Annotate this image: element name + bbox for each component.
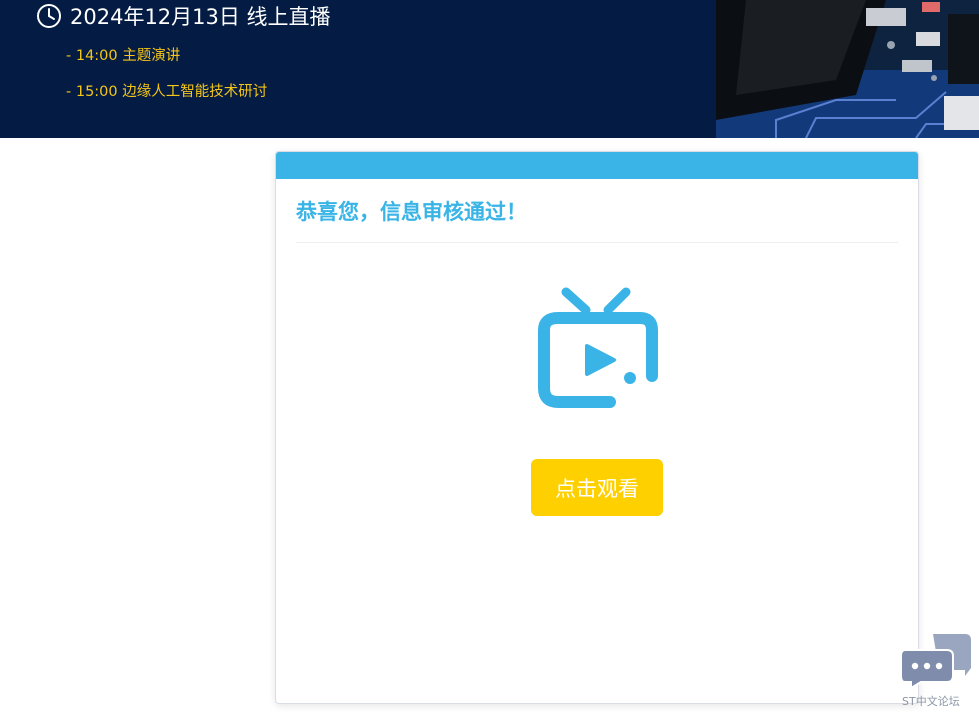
approval-card: 恭喜您，信息审核通过！ 点击观看: [275, 151, 919, 704]
circuit-board-image: [716, 0, 979, 138]
chat-bubbles-icon[interactable]: [899, 630, 973, 688]
agenda-item-workshop: - 15:00 边缘人工智能技术研讨: [66, 84, 268, 100]
event-date-line: 2024年12月13日 线上直播: [36, 2, 331, 30]
watch-button[interactable]: 点击观看: [531, 459, 663, 516]
approval-message: 恭喜您，信息审核通过！: [296, 200, 527, 224]
card-divider: [296, 242, 898, 243]
forum-widget[interactable]: ST中文论坛: [899, 630, 975, 712]
card-header-bar: [276, 152, 918, 179]
forum-label[interactable]: ST中文论坛: [902, 693, 960, 709]
event-date-text: 2024年12月13日 线上直播: [70, 5, 331, 29]
clock-icon: [37, 4, 61, 28]
tv-play-icon: [538, 287, 658, 408]
event-banner: 2024年12月13日 线上直播 - 14:00 主题演讲 - 15:00 边缘…: [0, 0, 979, 138]
agenda-item-keynote: - 14:00 主题演讲: [66, 48, 181, 64]
